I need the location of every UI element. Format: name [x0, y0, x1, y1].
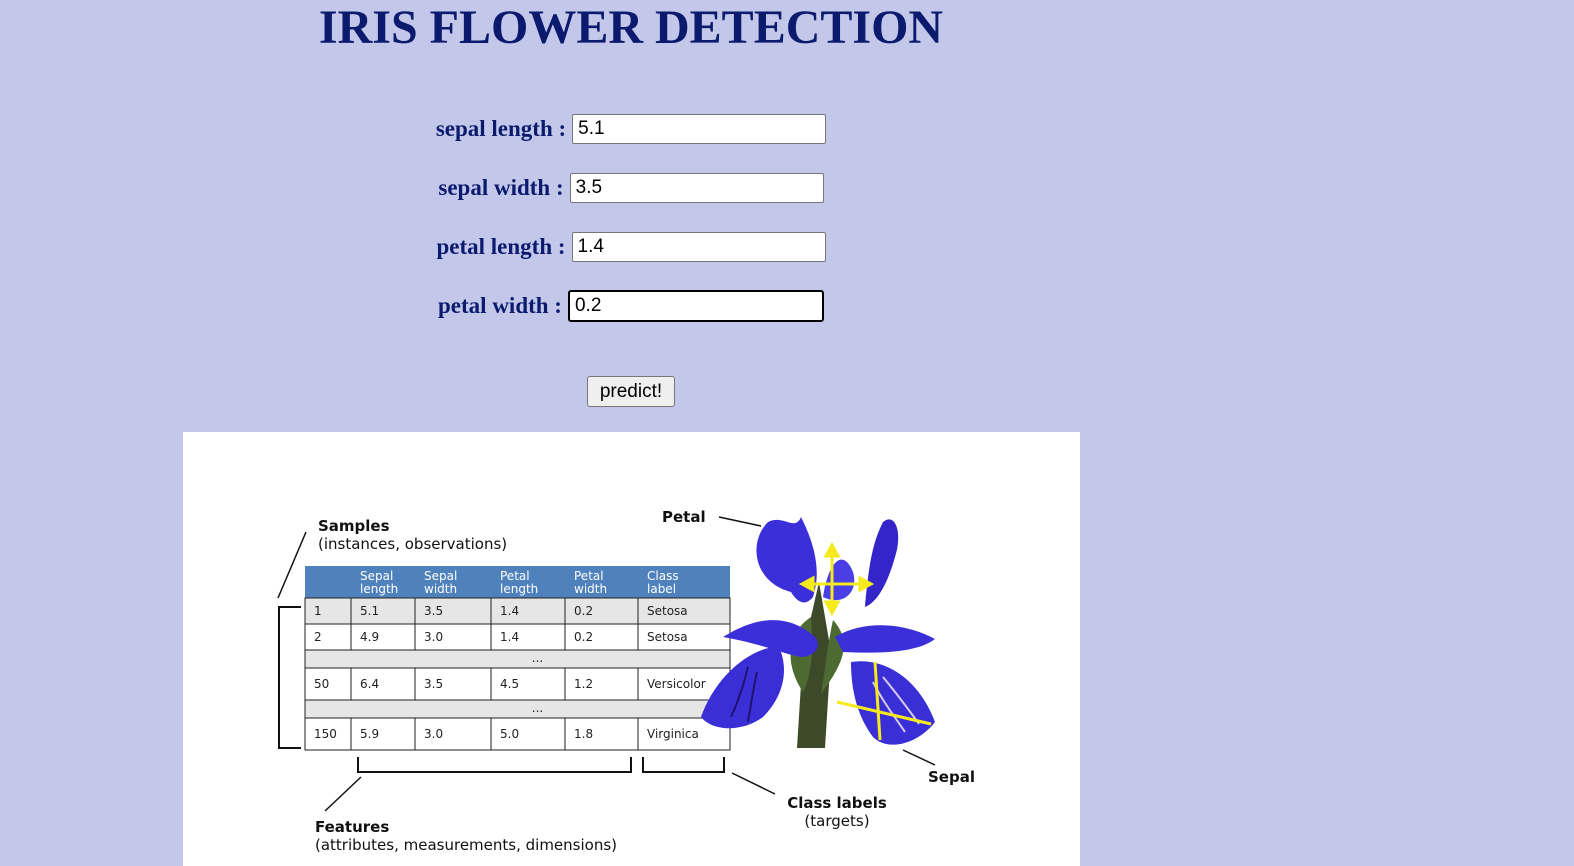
table-header-cell: Petal [500, 569, 530, 583]
table-cell: Setosa [647, 630, 688, 644]
sepal-label: Sepal [928, 768, 975, 786]
sepal-length-input[interactable] [572, 114, 827, 144]
table-cell: 1.4 [500, 630, 519, 644]
table-cell: 6.4 [360, 677, 379, 691]
petal-label: Petal [662, 508, 706, 526]
table-cell: Virginica [647, 727, 699, 741]
petal-length-row: petal length : [0, 230, 1262, 264]
table-header-cell: Petal [574, 569, 604, 583]
table-row [304, 649, 731, 669]
sepal-width-row: sepal width : [0, 171, 1262, 205]
table-cell: 5.9 [360, 727, 379, 741]
table-cell-box [304, 597, 352, 625]
petal-width-input[interactable] [567, 290, 824, 322]
table-cell: 4.5 [500, 677, 519, 691]
predict-button[interactable]: predict! [587, 376, 675, 407]
class-labels-pointer-line [731, 772, 776, 795]
iris-figure-svg: Samples (instances, observations) Sepall… [277, 508, 975, 854]
table-cell: 1.2 [574, 677, 593, 691]
petal-length-input[interactable] [571, 232, 826, 262]
petal-width-row: petal width : [0, 289, 1262, 323]
page-title: IRIS FLOWER DETECTION [318, 1, 944, 54]
sepal-length-row: sepal length : [0, 112, 1262, 146]
table-cell: Setosa [647, 604, 688, 618]
sepal-width-input[interactable] [569, 173, 824, 203]
table-cell: 3.5 [424, 604, 443, 618]
class-labels-subtitle: (targets) [804, 812, 869, 830]
table-cell: 1 [314, 604, 322, 618]
table-cell: 4.9 [360, 630, 379, 644]
table-cell: 50 [314, 677, 329, 691]
table-header-cell: Class [647, 569, 679, 583]
table-header-cell: width [574, 582, 607, 596]
sepal-pointer-line [902, 749, 936, 766]
features-title: Features [315, 818, 389, 836]
table-cell: 2 [314, 630, 322, 644]
table-cell: Versicolor [647, 677, 706, 691]
table-cell-box [304, 623, 352, 651]
table-header-cell: width [424, 582, 457, 596]
table-cell: 3.0 [424, 630, 443, 644]
iris-data-table: SepallengthSepalwidthPetallengthPetalwid… [304, 566, 731, 751]
table-row [304, 699, 731, 719]
iris-dataset-figure: Samples (instances, observations) Sepal l… [183, 432, 1080, 866]
table-cell: 1.8 [574, 727, 593, 741]
table-header-cell: length [500, 582, 538, 596]
iris-flower-illustration [701, 517, 935, 748]
table-cell: 0.2 [574, 630, 593, 644]
table-cell: 5.1 [360, 604, 379, 618]
table-cell: 3.5 [424, 677, 443, 691]
petal-width-label: petal width : [438, 293, 562, 318]
features-pointer-line [324, 776, 362, 812]
table-cell: ... [532, 701, 543, 715]
sepal-width-label: sepal width : [438, 175, 564, 200]
table-header-cell: label [647, 582, 676, 596]
class-labels-bracket [642, 757, 725, 773]
table-cell: 150 [314, 727, 337, 741]
samples-bracket [278, 606, 301, 749]
petal-length-label: petal length : [436, 234, 566, 259]
table-header-cell: length [360, 582, 398, 596]
class-labels-title: Class labels [787, 794, 887, 812]
samples-subtitle: (instances, observations) [318, 535, 507, 553]
table-header-cell: Sepal [424, 569, 457, 583]
sepal-length-label: sepal length : [435, 116, 567, 141]
table-cell: 0.2 [574, 604, 593, 618]
petal-pointer-line [718, 516, 762, 527]
table-cell: ... [532, 651, 543, 665]
table-cell: 3.0 [424, 727, 443, 741]
samples-title: Samples [318, 517, 390, 535]
features-bracket [357, 757, 632, 773]
samples-pointer-line [277, 531, 307, 599]
features-subtitle: (attributes, measurements, dimensions) [315, 836, 617, 854]
table-header-cell: Sepal [360, 569, 393, 583]
table-cell: 1.4 [500, 604, 519, 618]
table-cell: 5.0 [500, 727, 519, 741]
